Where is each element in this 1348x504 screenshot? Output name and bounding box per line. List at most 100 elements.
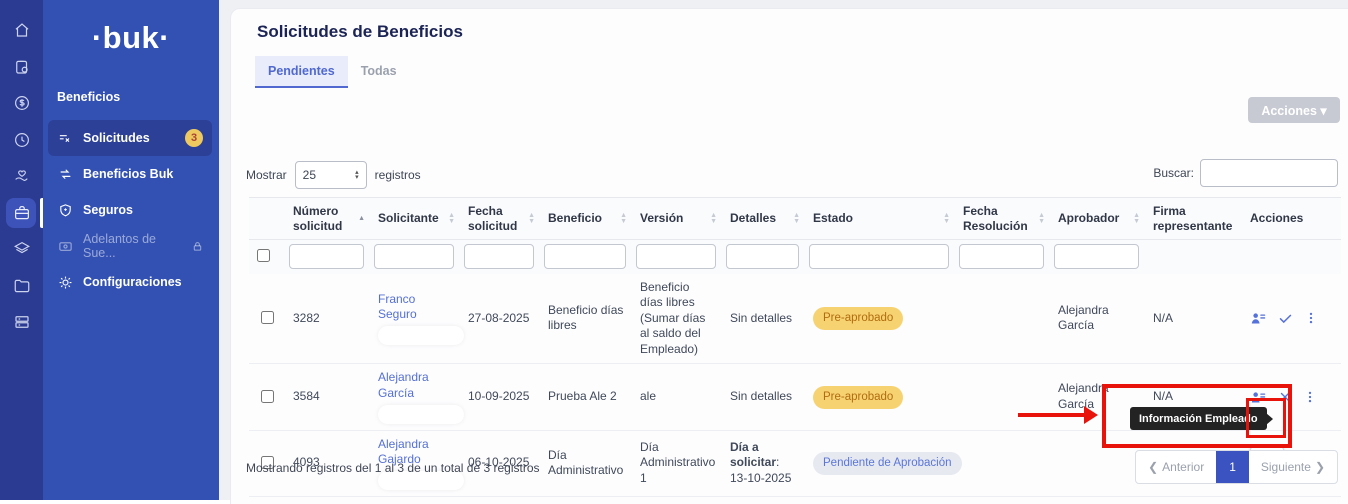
folder-icon[interactable] [0, 268, 43, 305]
approve-icon[interactable] [1278, 311, 1293, 326]
row-checkbox[interactable] [261, 311, 274, 324]
filter-fecha-input[interactable] [464, 244, 534, 269]
sort-icon[interactable]: ▲▼ [528, 213, 535, 225]
row-checkbox[interactable] [261, 390, 274, 403]
filter-beneficio-input[interactable] [544, 244, 626, 269]
col-solicitante[interactable]: Solicitante▲▼ [370, 198, 460, 240]
hand-heart-icon[interactable] [0, 158, 43, 195]
app-window: ·buk· Beneficios Solicitudes 3 Beneficio… [0, 0, 1348, 500]
shield-icon [57, 203, 74, 218]
briefcase-icon[interactable] [0, 195, 43, 232]
clipboard-icon[interactable] [0, 49, 43, 86]
home-icon[interactable] [0, 12, 43, 49]
filter-aprobador-input[interactable] [1054, 244, 1139, 269]
cell-firma: N/A [1145, 274, 1242, 364]
col-beneficio[interactable]: Beneficio▲▼ [540, 198, 632, 240]
tabs: Pendientes Todas [255, 56, 410, 88]
tab-todas[interactable]: Todas [348, 56, 410, 88]
redacted-text [378, 326, 464, 345]
records-summary: Mostrando registros del 1 al 3 de un tot… [246, 461, 540, 475]
search-control: Buscar: [1153, 159, 1338, 187]
search-input[interactable] [1200, 159, 1338, 187]
page-size-control: Mostrar 25 ▴▾ registros [246, 161, 421, 189]
clock-icon[interactable] [0, 122, 43, 159]
col-estado[interactable]: Estado▲▼ [805, 198, 955, 240]
acciones-button[interactable]: Acciones ▾ [1248, 97, 1340, 123]
filter-estado-input[interactable] [809, 244, 949, 269]
filter-version-input[interactable] [636, 244, 716, 269]
more-options-icon[interactable] [1303, 389, 1317, 405]
solicitante-link[interactable]: Franco Seguro [378, 292, 417, 322]
page-size-select[interactable]: 25 ▴▾ [295, 161, 367, 189]
sidebar-section-title: Beneficios [57, 90, 219, 104]
notification-badge: 3 [185, 129, 203, 147]
filter-solicitante-input[interactable] [374, 244, 454, 269]
chevron-down-icon: ▾ [1320, 104, 1326, 118]
employee-info-icon[interactable] [1250, 310, 1267, 327]
sort-icon[interactable]: ▲ [358, 216, 365, 222]
col-fecha-solicitud[interactable]: Fecha solicitud▲▼ [460, 198, 540, 240]
sidebar-nav: Solicitudes 3 Beneficios Buk Seguros Ade… [43, 120, 219, 300]
annotation-arrow-head [1084, 406, 1098, 424]
main-content: Solicitudes de Beneficios Pendientes Tod… [219, 0, 1348, 500]
col-firma-representante: Firma representante [1145, 198, 1242, 240]
select-all-header [249, 198, 285, 240]
cell-detalles: Día a solicitar: 13-10-2025 [722, 430, 805, 496]
pagination: ❮ Anterior 1 Siguiente ❯ [1135, 450, 1338, 484]
status-badge: Pre-aprobado [813, 386, 903, 409]
page-title: Solicitudes de Beneficios [257, 22, 463, 42]
sort-icon[interactable]: ▲▼ [710, 213, 717, 225]
col-detalles[interactable]: Detalles▲▼ [722, 198, 805, 240]
sidebar-item-beneficios-buk[interactable]: Beneficios Buk [48, 156, 212, 192]
lock-icon [192, 241, 203, 252]
sort-icon[interactable]: ▲▼ [1133, 213, 1140, 225]
cell-numero: 3584 [285, 364, 370, 430]
next-page-button[interactable]: Siguiente ❯ [1249, 451, 1337, 483]
filter-fecha-resolucion-input[interactable] [959, 244, 1044, 269]
cell-beneficio: Beneficio días libres [540, 274, 632, 364]
swap-arrows-icon [57, 167, 74, 182]
filter-detalles-input[interactable] [726, 244, 799, 269]
filter-row [249, 240, 1341, 274]
layers-icon[interactable] [0, 231, 43, 268]
tab-pendientes[interactable]: Pendientes [255, 56, 348, 88]
sort-icon[interactable]: ▲▼ [943, 213, 950, 225]
previous-page-button[interactable]: ❮ Anterior [1136, 451, 1216, 483]
detalles-label: Día a solicitar [730, 440, 776, 470]
cell-version: ale [632, 364, 722, 430]
col-numero-solicitud[interactable]: Número solicitud▲ [285, 198, 370, 240]
col-version[interactable]: Versión▲▼ [632, 198, 722, 240]
show-label: Mostrar [246, 168, 287, 182]
cell-version: Beneficio días libres (Sumar días al sal… [632, 274, 722, 364]
col-fecha-resolucion[interactable]: Fecha Resolución▲▼ [955, 198, 1050, 240]
cell-aprobador: Alejandra García [1050, 274, 1145, 364]
banknote-icon [57, 239, 74, 254]
sidebar-item-label: Adelantos de Sue... [83, 232, 179, 260]
more-options-icon[interactable] [1304, 310, 1318, 326]
cell-beneficio: Día Administrativo [540, 430, 632, 496]
select-caret-icon: ▴▾ [355, 170, 359, 180]
cell-fecha: 10-09-2025 [460, 364, 540, 430]
select-all-checkbox[interactable] [257, 249, 270, 262]
sidebar: ·buk· Beneficios Solicitudes 3 Beneficio… [43, 0, 219, 500]
sort-icon[interactable]: ▲▼ [620, 213, 627, 225]
current-page-button[interactable]: 1 [1216, 451, 1249, 483]
page-size-value: 25 [303, 168, 316, 182]
filter-numero-input[interactable] [289, 244, 364, 269]
sidebar-item-adelantos[interactable]: Adelantos de Sue... [48, 228, 212, 264]
col-aprobador[interactable]: Aprobador▲▼ [1050, 198, 1145, 240]
sort-icon[interactable]: ▲▼ [1038, 213, 1045, 225]
redacted-text [378, 405, 464, 424]
cell-fecha-resolucion [955, 430, 1050, 496]
cell-fecha-resolucion [955, 364, 1050, 430]
sidebar-item-configuraciones[interactable]: Configuraciones [48, 264, 212, 300]
sidebar-item-solicitudes[interactable]: Solicitudes 3 [48, 120, 212, 156]
icon-rail [0, 0, 43, 500]
sort-icon[interactable]: ▲▼ [448, 213, 455, 225]
solicitante-link[interactable]: Alejandra García [378, 370, 429, 400]
money-icon[interactable] [0, 85, 43, 122]
drawer-icon[interactable] [0, 304, 43, 341]
sidebar-item-seguros[interactable]: Seguros [48, 192, 212, 228]
records-label: registros [375, 168, 421, 182]
sort-icon[interactable]: ▲▼ [793, 213, 800, 225]
